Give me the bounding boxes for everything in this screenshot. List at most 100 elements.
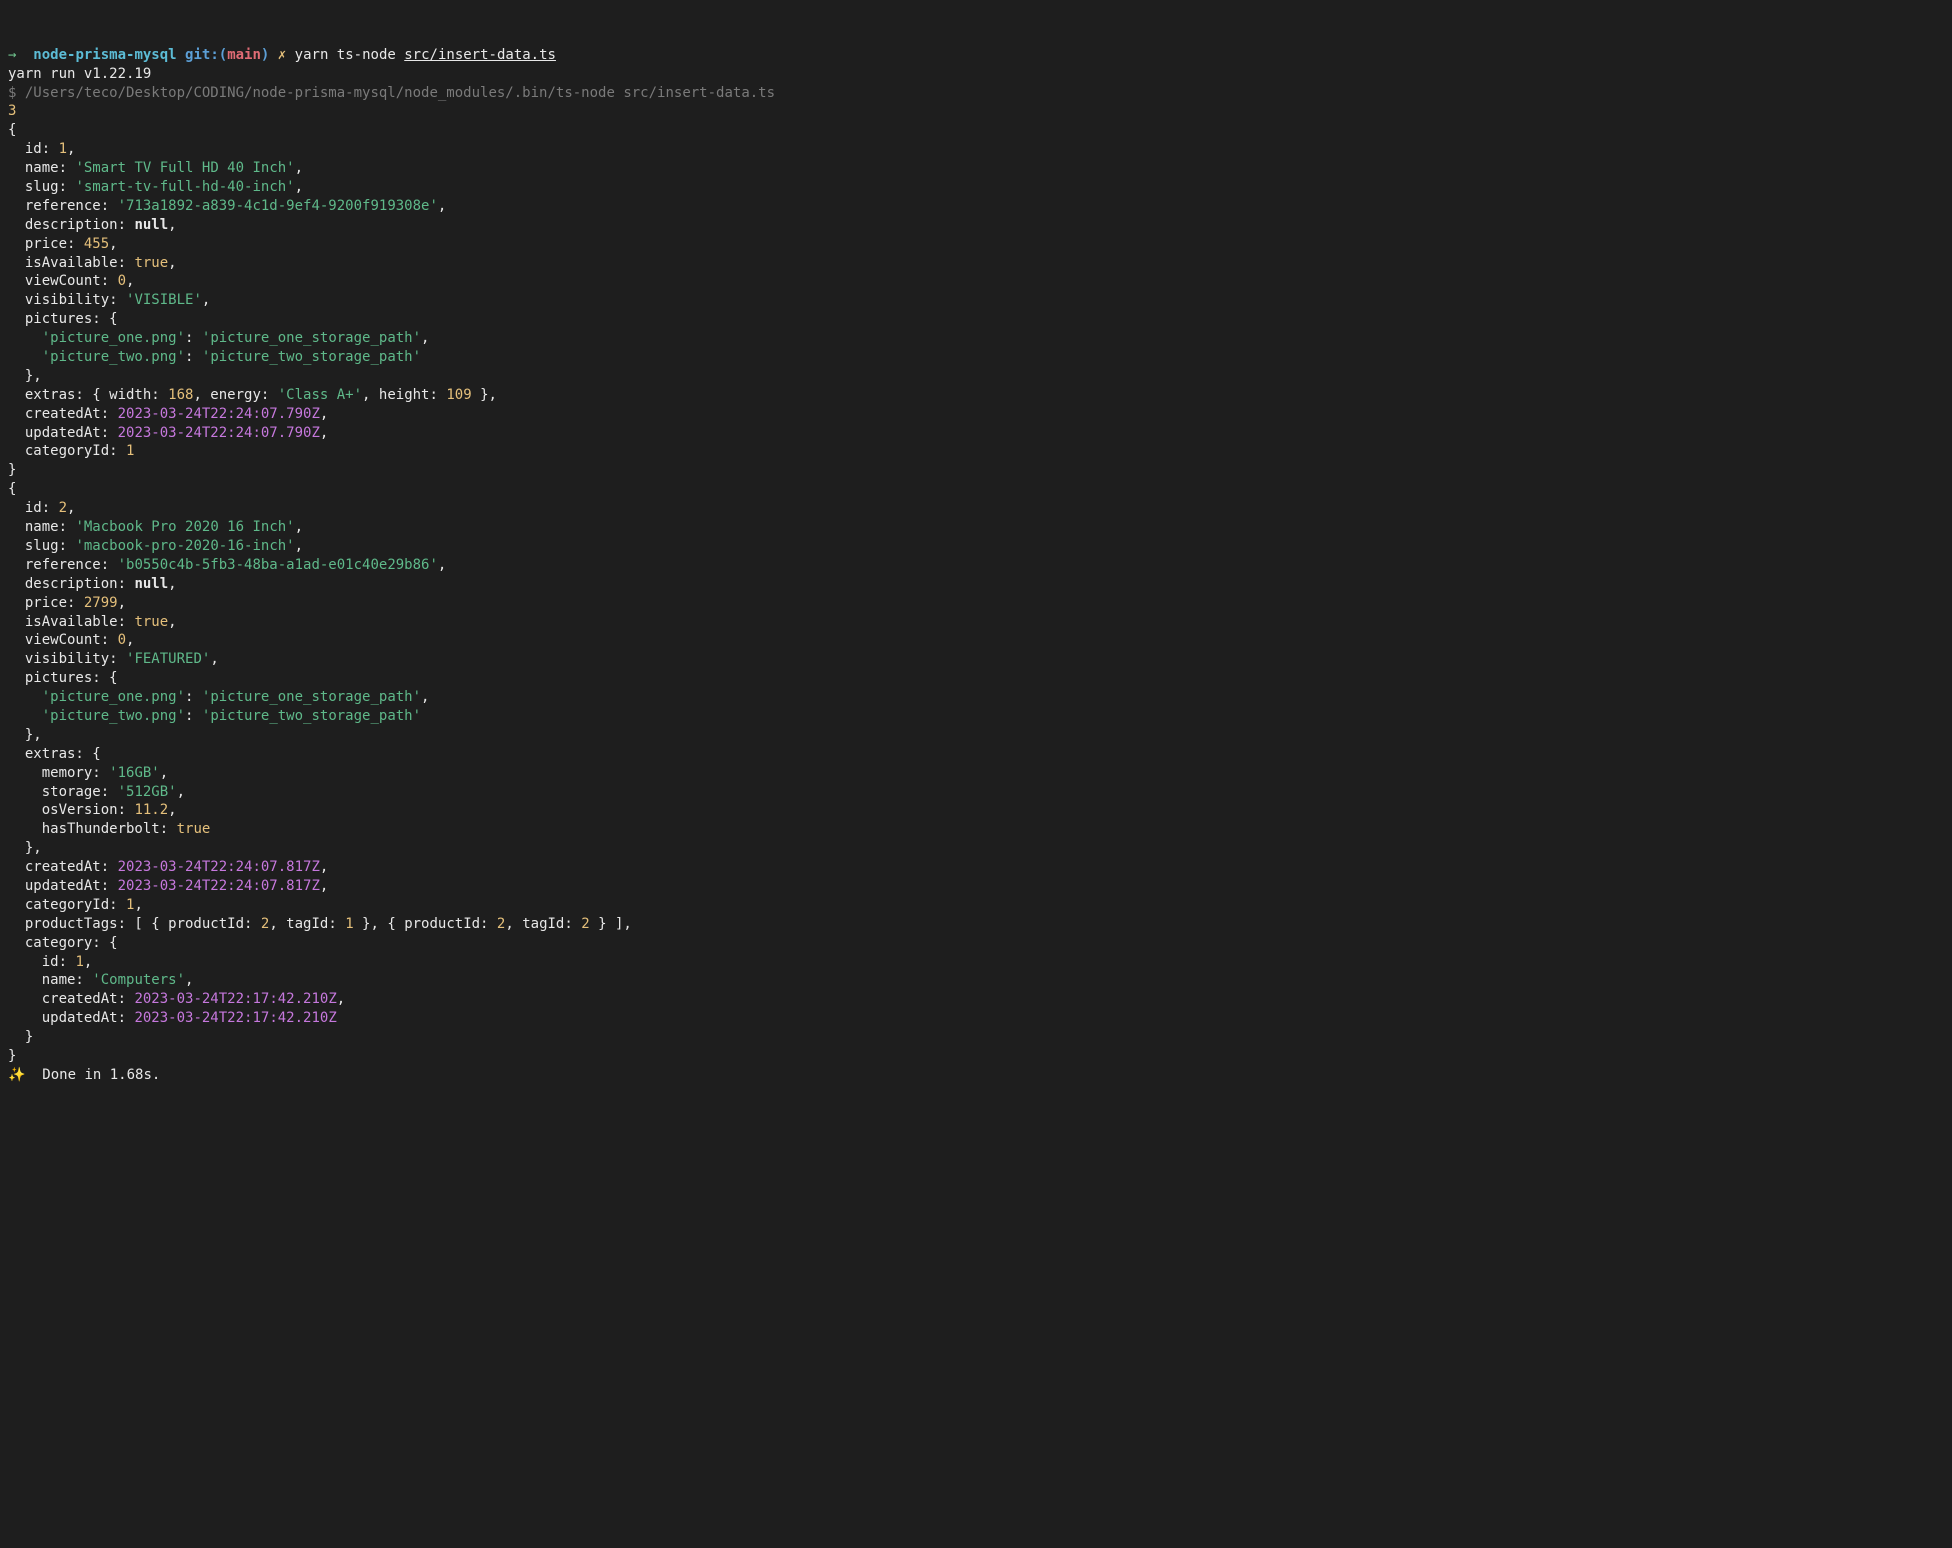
exec-path: /Users/teco/Desktop/CODING/node-prisma-m… (25, 85, 775, 101)
obj2-avail-key: isAvailable: (8, 614, 126, 630)
obj1-ref-key: reference: (8, 198, 109, 214)
obj1-pic1-val: 'picture_one_storage_path' (202, 330, 421, 346)
obj2-tb-key: hasThunderbolt: (8, 821, 168, 837)
obj1-cat-key: categoryId: (8, 443, 118, 459)
obj2-catca-val: 2023-03-24T22:17:42.210Z (134, 991, 336, 1007)
git-branch: main (227, 47, 261, 63)
obj1-pics-open: pictures: { (8, 311, 118, 327)
obj2-pics-close: }, (8, 727, 42, 743)
obj2-desc-val: null (134, 576, 168, 592)
obj2-pic1-key: 'picture_one.png' (8, 689, 185, 705)
obj1-slug-key: slug: (8, 179, 67, 195)
obj1-id-val: 1 (59, 141, 67, 157)
obj2-vis-key: visibility: (8, 651, 118, 667)
obj2-catid-key: id: (8, 954, 67, 970)
obj2-ca-key: createdAt: (8, 859, 109, 875)
obj1-cat-val: 1 (126, 443, 134, 459)
obj2-price-val: 2799 (84, 595, 118, 611)
obj1-close: } (8, 462, 16, 478)
obj2-tb-val: true (177, 821, 211, 837)
done-text: Done in 1.68s. (25, 1067, 160, 1083)
obj1-ca-key: createdAt: (8, 406, 109, 422)
obj2-view-val: 0 (118, 632, 126, 648)
git-close: ) (261, 47, 269, 63)
obj1-view-key: viewCount: (8, 273, 109, 289)
obj2-sto-key: storage: (8, 784, 109, 800)
obj2-id-val: 2 (59, 500, 67, 516)
obj1-desc-val: null (134, 217, 168, 233)
obj2-vis-val: 'FEATURED' (126, 651, 210, 667)
obj2-extras-close: }, (8, 840, 42, 856)
prompt-dir: node-prisma-mysql (33, 47, 176, 63)
obj1-ua-key: updatedAt: (8, 425, 109, 441)
obj2-ua-val: 2023-03-24T22:24:07.817Z (118, 878, 320, 894)
obj1-vis-val: 'VISIBLE' (126, 292, 202, 308)
obj2-view-key: viewCount: (8, 632, 109, 648)
obj1-ua-val: 2023-03-24T22:24:07.790Z (118, 425, 320, 441)
obj1-open: { (8, 122, 16, 138)
obj1-slug-val: 'smart-tv-full-hd-40-inch' (75, 179, 294, 195)
obj2-pics-open: pictures: { (8, 670, 118, 686)
obj2-os-key: osVersion: (8, 802, 126, 818)
obj1-extras: extras: { width: (8, 387, 160, 403)
dollar-sign: $ (8, 85, 16, 101)
obj2-sto-val: '512GB' (118, 784, 177, 800)
obj2-pt: productTags: [ { productId: (8, 916, 252, 932)
obj1-pic2-key: 'picture_two.png' (8, 349, 185, 365)
yarn-run-line: yarn run v1.22.19 (8, 66, 151, 82)
obj1-vis-key: visibility: (8, 292, 118, 308)
obj1-ref-val: '713a1892-a839-4c1d-9ef4-9200f919308e' (118, 198, 438, 214)
obj2-close: } (8, 1048, 16, 1064)
sparkle-icon: ✨ (8, 1067, 25, 1083)
terminal-output: → node-prisma-mysql git:(main) ✗ yarn ts… (8, 46, 1944, 1085)
obj2-catua-key: updatedAt: (8, 1010, 126, 1026)
obj2-catua-val: 2023-03-24T22:17:42.210Z (134, 1010, 336, 1026)
obj2-mem-val: '16GB' (109, 765, 160, 781)
obj2-ref-val: 'b0550c4b-5fb3-48ba-a1ad-e01c40e29b86' (118, 557, 438, 573)
obj2-slug-val: 'macbook-pro-2020-16-inch' (75, 538, 294, 554)
obj2-pic2-key: 'picture_two.png' (8, 708, 185, 724)
obj2-catid-val: 1 (75, 954, 83, 970)
obj2-pic2-val: 'picture_two_storage_path' (202, 708, 421, 724)
obj2-name-val: 'Macbook Pro 2020 16 Inch' (75, 519, 294, 535)
obj1-pics-close: }, (8, 368, 42, 384)
obj2-price-key: price: (8, 595, 75, 611)
obj2-pic1-val: 'picture_one_storage_path' (202, 689, 421, 705)
obj1-avail-key: isAvailable: (8, 255, 126, 271)
obj2-catca-key: createdAt: (8, 991, 126, 1007)
obj2-catname-val: 'Computers' (92, 972, 185, 988)
git-dirty-icon: ✗ (278, 47, 286, 63)
obj2-catname-key: name: (8, 972, 84, 988)
command: yarn ts-node (295, 47, 396, 63)
obj2-id-key: id: (8, 500, 50, 516)
obj2-slug-key: slug: (8, 538, 67, 554)
obj2-cat-key: categoryId: (8, 897, 118, 913)
command-arg: src/insert-data.ts (404, 47, 556, 63)
obj2-avail-val: true (134, 614, 168, 630)
prompt-arrow: → (8, 47, 16, 63)
obj2-os-val: 11.2 (134, 802, 168, 818)
obj2-ref-key: reference: (8, 557, 109, 573)
obj2-open: { (8, 481, 16, 497)
obj1-price-val: 455 (84, 236, 109, 252)
obj1-desc-key: description: (8, 217, 126, 233)
obj2-mem-key: memory: (8, 765, 101, 781)
obj2-catobj-open: category: { (8, 935, 118, 951)
git-label: git:( (185, 47, 227, 63)
obj1-name-val: 'Smart TV Full HD 40 Inch' (75, 160, 294, 176)
obj2-name-key: name: (8, 519, 67, 535)
obj2-ua-key: updatedAt: (8, 878, 109, 894)
obj1-price-key: price: (8, 236, 75, 252)
obj2-ca-val: 2023-03-24T22:24:07.817Z (118, 859, 320, 875)
obj1-view-val: 0 (118, 273, 126, 289)
obj2-catobj-close: } (8, 1029, 33, 1045)
obj1-avail-val: true (134, 255, 168, 271)
obj1-pic2-val: 'picture_two_storage_path' (202, 349, 421, 365)
obj1-id-key: id: (8, 141, 50, 157)
obj2-extras-open: extras: { (8, 746, 101, 762)
obj1-name-key: name: (8, 160, 67, 176)
obj1-ca-val: 2023-03-24T22:24:07.790Z (118, 406, 320, 422)
count-output: 3 (8, 103, 16, 119)
obj1-pic1-key: 'picture_one.png' (8, 330, 185, 346)
obj2-desc-key: description: (8, 576, 126, 592)
